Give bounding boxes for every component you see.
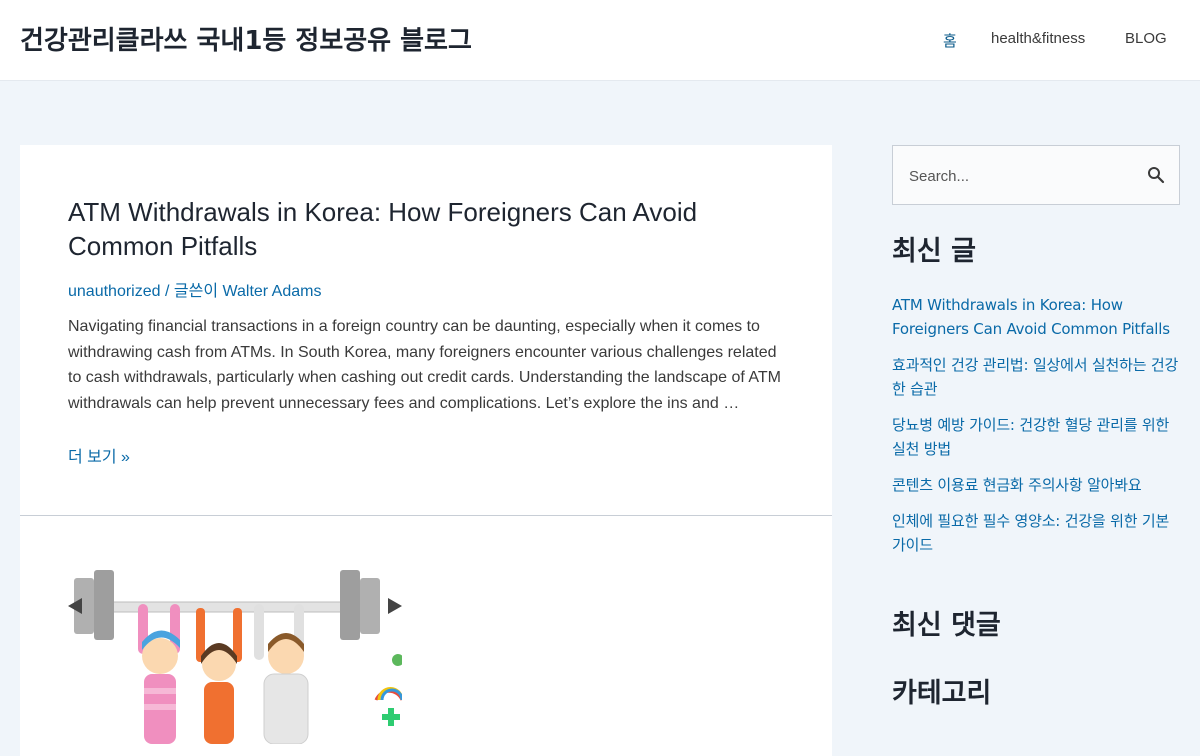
nav-item-health-fitness[interactable]: health&fitness xyxy=(991,30,1085,47)
post-meta: unauthorized / 글쓴이 Walter Adams xyxy=(68,277,321,301)
recent-post-link[interactable]: 콘텐츠 이용료 현금화 주의사항 알아봐요 xyxy=(892,473,1180,497)
post-author-link[interactable]: 글쓴이 Walter Adams xyxy=(174,283,322,300)
search-form xyxy=(892,145,1180,205)
recent-posts-heading: 최신 글 xyxy=(892,236,976,267)
recent-posts-list: ATM Withdrawals in Korea: How Foreigners… xyxy=(892,293,1180,569)
recent-comments-heading: 최신 댓글 xyxy=(892,610,1001,641)
categories-heading: 카테고리 xyxy=(892,678,992,709)
nav-item-blog[interactable]: BLOG xyxy=(1125,30,1167,47)
recent-post-link[interactable]: ATM Withdrawals in Korea: How Foreigners… xyxy=(892,293,1180,341)
search-input[interactable] xyxy=(907,164,1141,188)
nav-item-home[interactable]: 홈 xyxy=(943,30,957,51)
meta-separator: / xyxy=(164,283,170,300)
post-card-2 xyxy=(20,516,832,756)
recent-post-link[interactable]: 당뇨병 예방 가이드: 건강한 혈당 관리를 위한 실천 방법 xyxy=(892,413,1180,461)
recent-post-link[interactable]: 효과적인 건강 관리법: 일상에서 실천하는 건강한 습관 xyxy=(892,353,1180,401)
site-header: 건강관리클라쓰 국내1등 정보공유 블로그 홈 health&fitness B… xyxy=(0,0,1200,81)
read-more-link[interactable]: 더 보기 » xyxy=(68,443,130,467)
site-title[interactable]: 건강관리클라쓰 국내1등 정보공유 블로그 xyxy=(20,20,472,57)
post-category-link[interactable]: unauthorized xyxy=(68,283,161,300)
post-excerpt: Navigating financial transactions in a f… xyxy=(68,318,781,413)
recent-post-link[interactable]: 인체에 필요한 필수 영양소: 건강을 위한 기본 가이드 xyxy=(892,509,1180,557)
post-title[interactable]: ATM Withdrawals in Korea: How Foreigners… xyxy=(68,195,768,263)
fitness-illustration-image xyxy=(68,564,402,744)
post-thumbnail[interactable] xyxy=(68,564,402,744)
post-card: ATM Withdrawals in Korea: How Foreigners… xyxy=(20,145,832,515)
search-icon[interactable] xyxy=(1147,166,1165,184)
